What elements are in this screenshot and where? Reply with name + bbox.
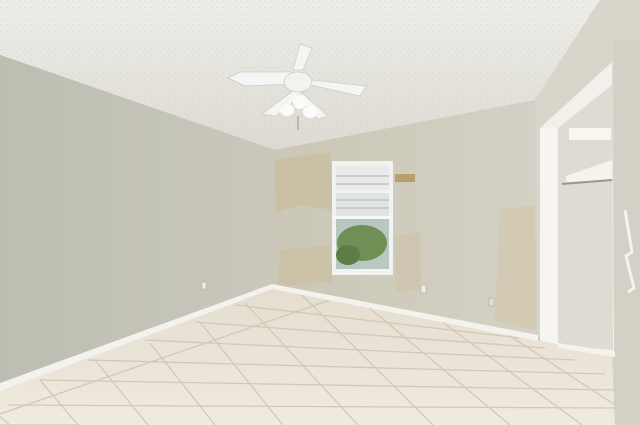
wall-plate [395,174,415,182]
window [332,161,393,275]
outlet-back-right [488,297,495,307]
outlet-left [201,281,207,290]
outlet-back [420,284,427,294]
room-illustration [0,0,640,425]
vacant-bedroom-photo [0,0,640,425]
